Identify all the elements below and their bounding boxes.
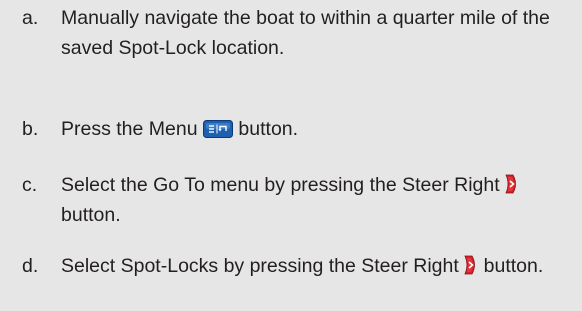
steer-right-button-icon bbox=[505, 174, 519, 194]
step-b: b. Press the Menu button. bbox=[22, 114, 577, 144]
instruction-steps: a. Manually navigate the boat to within … bbox=[0, 0, 582, 311]
step-text-before: Press the Menu bbox=[61, 118, 198, 140]
step-text: Select Spot-Locks by pressing the Steer … bbox=[61, 251, 577, 281]
step-text-after: button. bbox=[483, 255, 544, 277]
step-text-before: Select Spot-Locks by pressing the Steer … bbox=[61, 255, 459, 277]
step-text: Manually navigate the boat to within a q… bbox=[61, 3, 577, 63]
step-letter: b. bbox=[22, 118, 39, 140]
step-c: c. Select the Go To menu by pressing the… bbox=[22, 170, 577, 230]
step-letter: c. bbox=[22, 174, 38, 196]
menu-button-icon bbox=[203, 120, 233, 138]
step-text-after: button. bbox=[238, 118, 299, 140]
step-letter: a. bbox=[22, 7, 39, 29]
step-text: Press the Menu button. bbox=[61, 114, 577, 144]
step-text-before: Select the Go To menu by pressing the St… bbox=[61, 174, 500, 196]
step-text-after: button. bbox=[61, 204, 121, 226]
steer-right-button-icon bbox=[464, 255, 478, 275]
step-d: d. Select Spot-Locks by pressing the Ste… bbox=[22, 251, 577, 281]
step-a: a. Manually navigate the boat to within … bbox=[22, 3, 577, 63]
step-text-content: Manually navigate the boat to within a q… bbox=[61, 7, 550, 59]
step-letter: d. bbox=[22, 255, 39, 277]
step-text: Select the Go To menu by pressing the St… bbox=[61, 170, 577, 230]
